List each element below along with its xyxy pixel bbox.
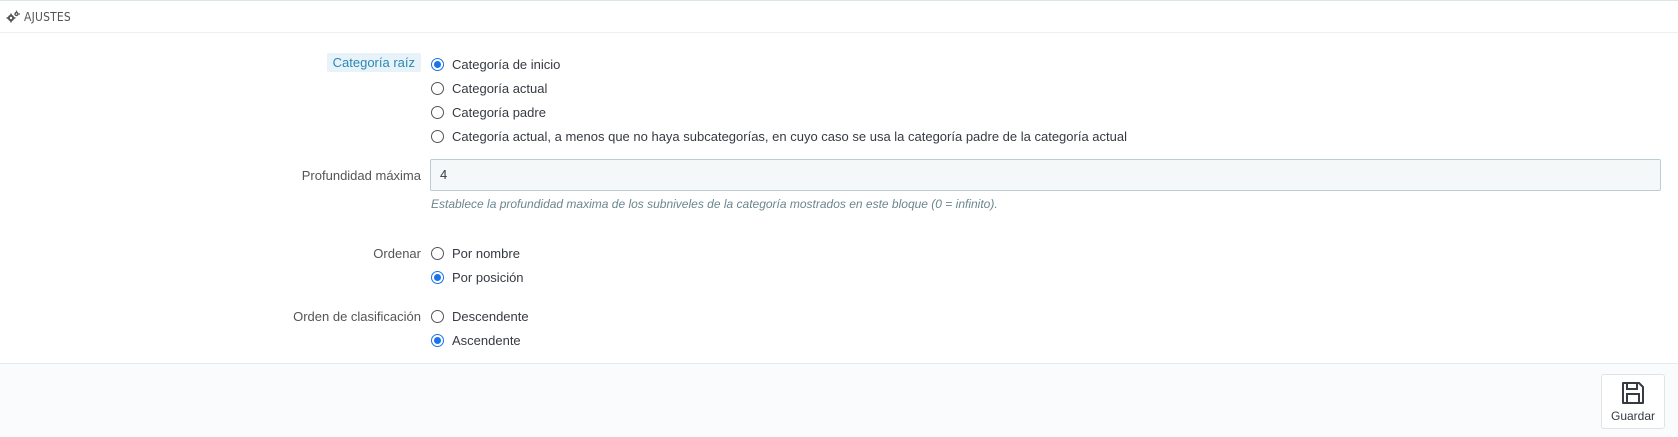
sort-option-position[interactable]: Por posición <box>431 268 524 286</box>
max-depth-label: Profundidad máxima <box>301 168 421 183</box>
radio-label: Categoría actual, a menos que no haya su… <box>452 128 1127 144</box>
radio-button[interactable] <box>431 105 444 119</box>
radio-button[interactable] <box>431 81 444 95</box>
radio-button[interactable] <box>431 129 444 143</box>
root-category-option-parent[interactable]: Categoría padre <box>431 103 546 121</box>
max-depth-input[interactable]: 4 <box>430 159 1661 191</box>
root-category-option-home[interactable]: Categoría de inicio <box>431 55 560 73</box>
radio-label: Ascendente <box>452 332 521 348</box>
root-category-option-current[interactable]: Categoría actual <box>431 79 547 97</box>
sort-label: Ordenar <box>373 246 421 261</box>
radio-button[interactable] <box>431 333 444 347</box>
radio-label: Por posición <box>452 269 524 285</box>
save-button-label: Guardar <box>1610 409 1656 423</box>
floppy-disk-icon <box>1620 380 1646 406</box>
radio-label: Categoría actual <box>452 80 548 96</box>
cogs-icon <box>6 10 20 24</box>
sort-order-option-desc[interactable]: Descendente <box>431 307 529 325</box>
radio-label: Descendente <box>452 308 529 324</box>
radio-label: Categoría padre <box>452 104 546 120</box>
panel-heading: AJUSTES <box>0 1 1678 33</box>
root-category-label: Categoría raíz <box>326 53 421 72</box>
radio-button[interactable] <box>431 270 444 284</box>
save-button[interactable]: Guardar <box>1601 374 1665 429</box>
radio-button[interactable] <box>431 57 444 71</box>
root-category-option-current-or-parent[interactable]: Categoría actual, a menos que no haya su… <box>431 127 1127 145</box>
sort-option-name[interactable]: Por nombre <box>431 244 520 262</box>
max-depth-help: Establece la profundidad maxima de los s… <box>431 197 998 211</box>
sort-order-option-asc[interactable]: Ascendente <box>431 331 521 349</box>
radio-button[interactable] <box>431 309 444 323</box>
radio-label: Categoría de inicio <box>452 56 561 72</box>
sort-order-label: Orden de clasificación <box>293 309 421 324</box>
panel-title: AJUSTES <box>24 9 71 24</box>
radio-label: Por nombre <box>452 245 520 261</box>
panel-footer: Guardar <box>0 363 1678 437</box>
radio-button[interactable] <box>431 246 444 260</box>
settings-panel: AJUSTES Categoría raíz Categoría de inic… <box>0 0 1678 437</box>
